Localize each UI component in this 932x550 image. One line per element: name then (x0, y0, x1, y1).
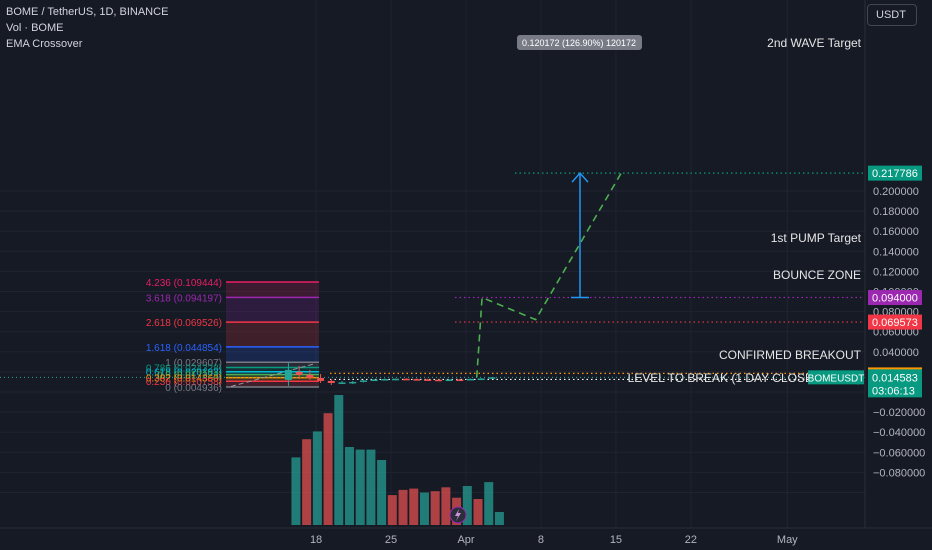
symbol-title: BOME / TetherUS, 1D, BINANCE (6, 6, 169, 18)
volume-bar (430, 491, 440, 525)
ema-indicator-label[interactable]: EMA Crossover (6, 38, 82, 50)
level-label: BOUNCE ZONE (773, 268, 861, 282)
volume-bar (409, 488, 419, 525)
projection-path (475, 172, 622, 378)
time-tick-label: May (777, 534, 798, 546)
price-tick-label: 0.160000 (873, 226, 919, 238)
time-tick-label: Apr (457, 534, 474, 546)
price-tick-label: 0.140000 (873, 246, 919, 258)
fib-level-label: 1.618 (0.044854) (146, 343, 222, 354)
volume-bar (398, 489, 408, 525)
candle-body (467, 378, 475, 381)
fib-zone (226, 297, 319, 323)
candle-body (284, 369, 292, 380)
fib-level-label: 0 (0.004936) (165, 383, 222, 394)
candle-body (381, 379, 389, 381)
volume-bar (291, 457, 301, 525)
volume-bar (355, 449, 365, 525)
symbol-badge-label: BOMEUSDT (808, 373, 865, 384)
fib-zone (226, 346, 319, 363)
time-tick-label: 15 (610, 534, 622, 546)
candle-body (349, 381, 357, 384)
candle-body (402, 378, 410, 381)
time-tick-label: 25 (385, 534, 397, 546)
volume-bar (387, 495, 397, 525)
candle-body (392, 378, 400, 381)
candle-body (317, 377, 325, 381)
currency-button[interactable]: USDT (867, 4, 917, 26)
volume-bar (323, 413, 333, 525)
volume-bar (473, 499, 483, 525)
candle-body (295, 371, 303, 375)
volume-indicator-label[interactable]: Vol · BOME (6, 22, 63, 34)
price-badge-label: 0.217786 (872, 168, 918, 180)
volume-bar (302, 439, 312, 525)
level-label: CONFIRMED BREAKOUT (719, 348, 862, 362)
price-tick-label: −0.020000 (873, 407, 925, 419)
volume-bar (334, 395, 344, 525)
volume-bar (344, 447, 354, 525)
candle-body (445, 379, 453, 382)
level-label: 2nd WAVE Target (767, 36, 861, 50)
candle-body (434, 379, 442, 382)
time-tick-label: 18 (310, 534, 322, 546)
candle-body (338, 382, 346, 384)
price-tick-label: −0.080000 (873, 467, 925, 479)
candle-body (359, 380, 367, 382)
candle-body (306, 374, 314, 378)
price-tick-label: 0.120000 (873, 266, 919, 278)
price-tick-label: 0.040000 (873, 347, 919, 359)
candle-body (456, 379, 464, 382)
price-tick-label: 0.200000 (873, 186, 919, 198)
price-tick-label: 0.180000 (873, 206, 919, 218)
candle-body (477, 378, 485, 381)
candle-body (327, 380, 335, 383)
price-badge-label: 0.094000 (872, 293, 918, 305)
current-price-label: 0.014583 (872, 372, 918, 384)
volume-bar (377, 460, 387, 525)
measure-label: 0.120172 (126.90%) 120172 (522, 38, 636, 48)
candle-body (370, 379, 378, 382)
volume-bar (366, 449, 376, 525)
candle-body (488, 377, 496, 379)
level-label: 1st PUMP Target (771, 231, 862, 245)
fib-level-label: 3.618 (0.094197) (146, 293, 222, 304)
volume-bar (312, 431, 322, 525)
fib-zone (226, 322, 319, 347)
candle-body (424, 379, 432, 381)
volume-bar (419, 492, 429, 525)
price-tick-label: −0.060000 (873, 447, 925, 459)
fib-zone (226, 282, 319, 298)
fib-level-label: 2.618 (0.069526) (146, 318, 222, 329)
price-badge-label: 0.069573 (872, 317, 918, 329)
volume-bar (484, 482, 494, 525)
volume-bar (494, 512, 504, 525)
price-tick-label: −0.040000 (873, 427, 925, 439)
volume-bar (441, 487, 451, 525)
fib-level-label: 4.236 (0.109444) (146, 278, 222, 289)
candle-body (413, 379, 421, 381)
grid (0, 0, 865, 528)
price-chart[interactable]: 4.236 (0.109444) 3.618 (0.094197) 2.618 (0… (0, 0, 932, 550)
lightning-icon (449, 506, 467, 524)
time-tick-label: 22 (685, 534, 697, 546)
countdown-label: 03:06:13 (872, 385, 915, 397)
time-tick-label: 8 (538, 534, 544, 546)
